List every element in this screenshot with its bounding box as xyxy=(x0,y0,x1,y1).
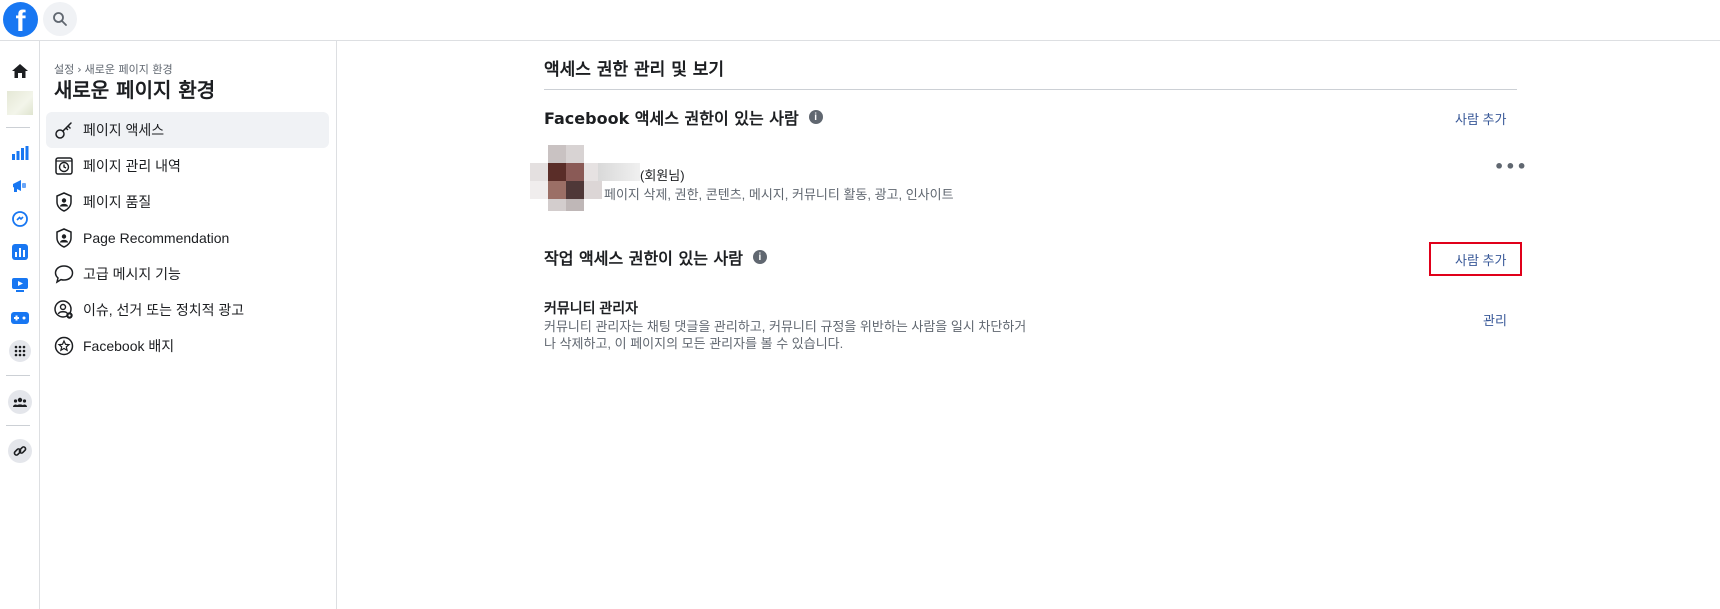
rail-divider xyxy=(6,127,30,128)
community-manager-description: 커뮤니티 관리자는 채팅 댓글을 관리하고, 커뮤니티 규정을 위반하는 사람을… xyxy=(544,318,1044,352)
history-icon xyxy=(52,154,76,178)
description-line: 나 삭제하고, 이 페이지의 모든 관리자를 볼 수 있습니다. xyxy=(544,336,844,351)
search-button[interactable] xyxy=(43,2,77,36)
settings-menu: 페이지 액세스 페이지 관리 내역 페이지 품질 Page Recommenda… xyxy=(46,112,329,364)
home-button[interactable] xyxy=(4,57,36,85)
chat-bubble-icon xyxy=(52,262,76,286)
menu-item-political-ads[interactable]: 이슈, 선거 또는 정치적 광고 xyxy=(46,292,329,328)
member-permissions: 페이지 삭제, 권한, 콘텐츠, 메시지, 커뮤니티 활동, 광고, 인사이트 xyxy=(604,187,954,202)
gaming-button[interactable] xyxy=(4,304,36,332)
insights-button[interactable] xyxy=(4,139,36,167)
menu-item-label: 페이지 관리 내역 xyxy=(83,158,181,174)
facebook-logo[interactable]: f xyxy=(3,2,38,37)
grid-icon xyxy=(14,345,26,357)
top-bar: f xyxy=(0,0,1720,41)
ads-button[interactable] xyxy=(4,172,36,200)
analytics-button[interactable] xyxy=(4,238,36,266)
menu-item-page-access[interactable]: 페이지 액세스 xyxy=(46,112,329,148)
shield-person-icon xyxy=(52,226,76,250)
section-title-text: Facebook 액세스 권한이 있는 사람 xyxy=(544,109,799,128)
section-title-text: 작업 액세스 권한이 있는 사람 xyxy=(544,249,743,268)
menu-item-label: Page Recommendation xyxy=(83,230,230,246)
groups-button[interactable] xyxy=(4,388,36,416)
sidebar-title: 새로운 페이지 환경 xyxy=(54,78,216,102)
menu-item-facebook-badges[interactable]: Facebook 배지 xyxy=(46,328,329,364)
analytics-icon xyxy=(12,244,28,260)
home-icon xyxy=(12,64,28,78)
star-badge-icon xyxy=(52,334,76,358)
menu-item-label: 이슈, 선거 또는 정치적 광고 xyxy=(83,302,245,318)
menu-item-label: Facebook 배지 xyxy=(83,338,175,354)
video-button[interactable] xyxy=(4,271,36,299)
gaming-icon xyxy=(11,312,29,324)
menu-item-page-history[interactable]: 페이지 관리 내역 xyxy=(46,148,329,184)
menu-item-page-quality[interactable]: 페이지 품질 xyxy=(46,184,329,220)
rail-divider xyxy=(6,425,30,426)
title-divider xyxy=(544,89,1517,90)
manage-community-manager-button[interactable]: 관리 xyxy=(1483,310,1507,329)
rail-divider xyxy=(6,375,30,376)
left-rail xyxy=(0,41,40,609)
groups-icon xyxy=(13,397,27,407)
community-manager-title: 커뮤니티 관리자 xyxy=(544,300,639,316)
settings-sidebar: 설정 › 새로운 페이지 환경 새로운 페이지 환경 페이지 액세스 페이지 관리 … xyxy=(40,41,337,609)
messenger-button[interactable] xyxy=(4,205,36,233)
megaphone-icon xyxy=(13,180,26,192)
page-thumbnail xyxy=(7,91,33,115)
menu-item-label: 페이지 액세스 xyxy=(83,122,165,138)
search-icon xyxy=(53,12,67,26)
menu-item-advanced-messaging[interactable]: 고급 메시지 기능 xyxy=(46,256,329,292)
member-name-redacted xyxy=(598,163,640,181)
task-access-title: 작업 액세스 권한이 있는 사람 i xyxy=(544,245,767,269)
page-thumbnail-button[interactable] xyxy=(4,89,36,117)
menu-item-page-recommendation[interactable]: Page Recommendation xyxy=(46,220,329,256)
menu-item-label: 고급 메시지 기능 xyxy=(83,266,181,282)
facebook-access-title: Facebook 액세스 권한이 있는 사람 i xyxy=(544,105,823,129)
shield-person-icon xyxy=(52,190,76,214)
info-icon[interactable]: i xyxy=(752,250,767,264)
info-icon[interactable]: i xyxy=(808,110,823,124)
menu-item-label: 페이지 품질 xyxy=(83,194,152,210)
avatar[interactable] xyxy=(530,145,602,211)
member-name: (회원님) xyxy=(640,168,685,183)
more-options-icon[interactable]: ••• xyxy=(1494,157,1528,176)
person-gear-icon xyxy=(52,298,76,322)
add-person-task-access-button[interactable]: 사람 추가 xyxy=(1455,250,1506,269)
all-tools-button[interactable] xyxy=(4,337,36,365)
insights-icon xyxy=(12,146,29,160)
link-button[interactable] xyxy=(4,437,36,465)
description-line: 커뮤니티 관리자는 채팅 댓글을 관리하고, 커뮤니티 규정을 위반하는 사람을… xyxy=(544,319,1027,334)
video-icon xyxy=(12,278,28,292)
link-icon xyxy=(13,446,27,456)
page-title: 액세스 권한 관리 및 보기 xyxy=(544,60,725,80)
key-icon xyxy=(52,118,76,142)
add-person-facebook-access-button[interactable]: 사람 추가 xyxy=(1455,109,1506,128)
messenger-icon xyxy=(12,211,28,227)
